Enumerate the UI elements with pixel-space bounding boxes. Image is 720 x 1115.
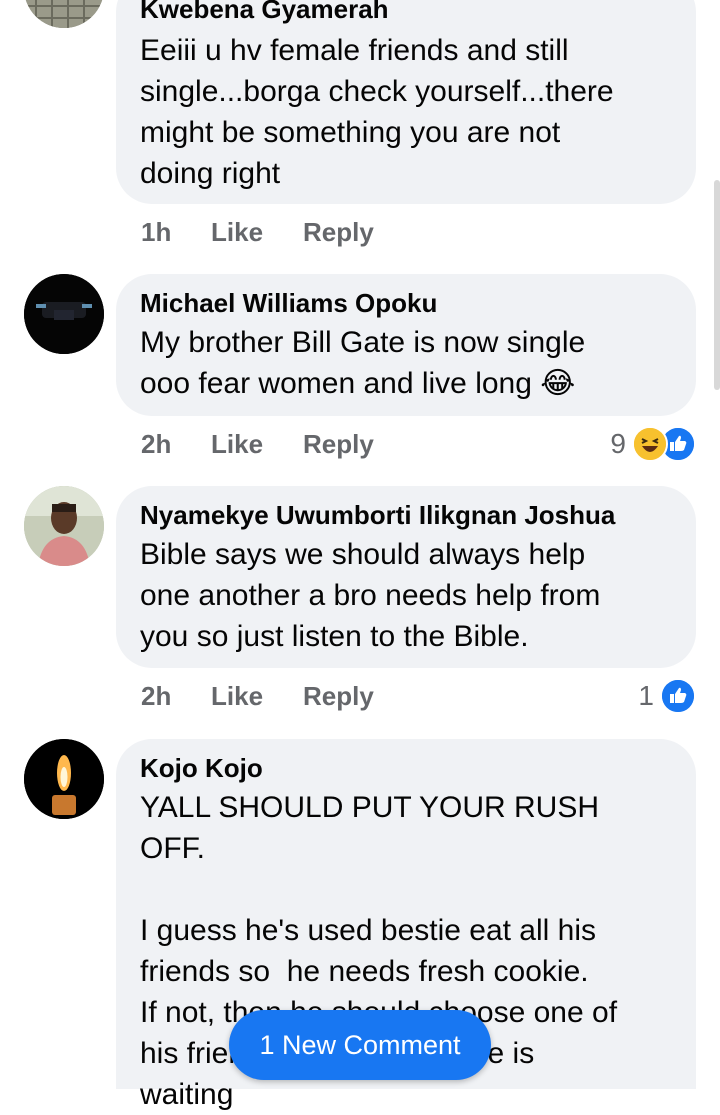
comment-text: Eeiii u hv female friends and still sing… xyxy=(140,34,614,190)
avatar[interactable] xyxy=(24,486,104,566)
comment-bubble[interactable]: Nyamekye Uwumborti Ilikgnan Joshua Bible… xyxy=(116,486,696,668)
avatar[interactable] xyxy=(24,0,104,28)
reaction-count: 9 xyxy=(610,428,626,459)
comment-bubble[interactable]: Michael Williams Opoku My brother Bill G… xyxy=(116,274,696,416)
haha-icon xyxy=(632,426,668,462)
reaction-count: 1 xyxy=(638,680,654,711)
reply-button[interactable]: Reply xyxy=(303,681,374,712)
comment-actions: 1h Like Reply xyxy=(141,212,374,252)
reaction-summary[interactable]: 1 xyxy=(638,676,696,716)
comment-actions: 2h Like Reply xyxy=(141,424,374,464)
scrollbar[interactable] xyxy=(714,180,720,390)
like-button[interactable]: Like xyxy=(211,217,303,248)
comment-text: Bible says we should always help one ano… xyxy=(140,538,601,653)
avatar[interactable] xyxy=(24,274,104,354)
avatar[interactable] xyxy=(24,739,104,819)
reaction-summary[interactable]: 9 xyxy=(610,424,696,464)
comment-bubble[interactable]: Kwebena Gyamerah Eeiii u hv female frien… xyxy=(116,0,696,204)
comment-timestamp[interactable]: 2h xyxy=(141,681,211,712)
comment-timestamp[interactable]: 1h xyxy=(141,217,211,248)
new-comment-button[interactable]: 1 New Comment xyxy=(229,1010,491,1080)
comment-author[interactable]: Nyamekye Uwumborti Ilikgnan Joshua xyxy=(140,500,672,530)
comment-text: My brother Bill Gate is now single ooo f… xyxy=(140,326,586,400)
comment-actions: 2h Like Reply xyxy=(141,676,374,716)
like-button[interactable]: Like xyxy=(211,681,303,712)
reply-button[interactable]: Reply xyxy=(303,429,374,460)
comment-author[interactable]: Kojo Kojo xyxy=(140,753,672,783)
comment-author[interactable]: Kwebena Gyamerah xyxy=(140,0,672,24)
reply-button[interactable]: Reply xyxy=(303,217,374,248)
like-button[interactable]: Like xyxy=(211,429,303,460)
comment-timestamp[interactable]: 2h xyxy=(141,429,211,460)
comment-author[interactable]: Michael Williams Opoku xyxy=(140,288,672,318)
like-icon xyxy=(660,678,696,714)
